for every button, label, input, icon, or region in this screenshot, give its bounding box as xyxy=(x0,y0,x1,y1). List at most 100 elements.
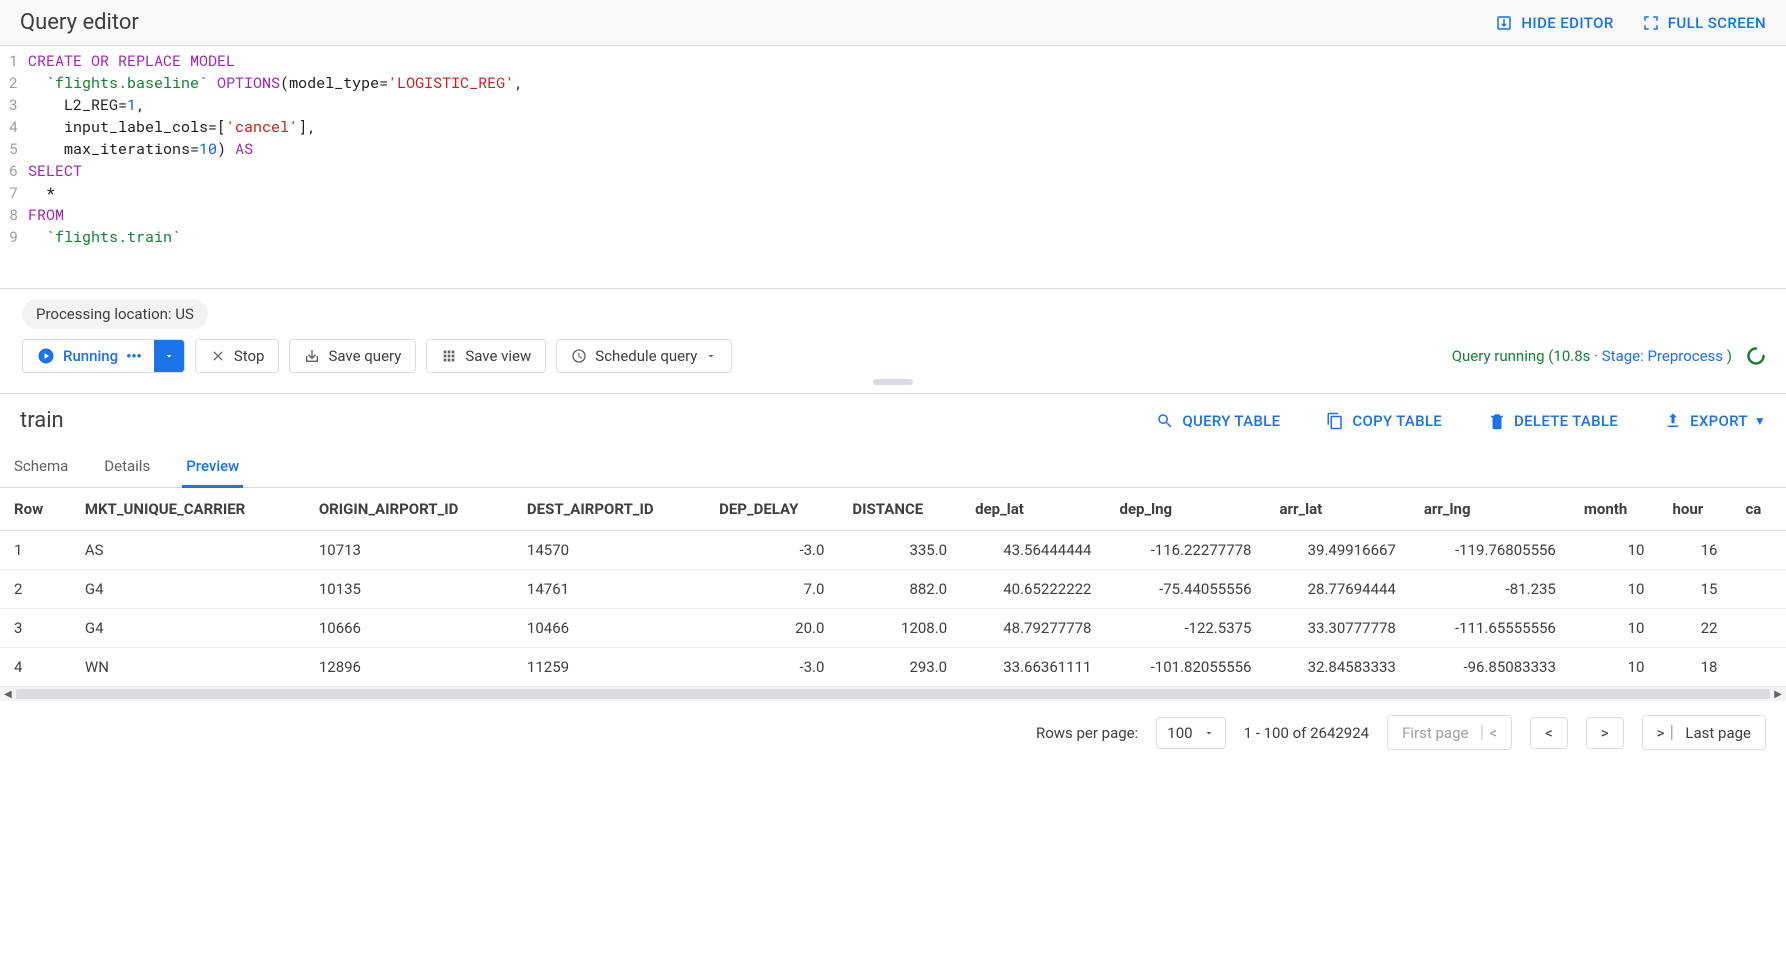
cell: 10713 xyxy=(305,531,513,570)
next-page-button[interactable]: > xyxy=(1586,717,1624,749)
search-icon xyxy=(1156,412,1174,430)
token: FROM xyxy=(28,205,64,225)
table-row[interactable]: 3G4106661046620.01208.048.79277778-122.5… xyxy=(0,609,1786,648)
prev-page-button[interactable]: < xyxy=(1530,717,1568,749)
cell: 10 xyxy=(1570,570,1659,609)
running-dots: • • • xyxy=(126,347,140,365)
tab-details[interactable]: Details xyxy=(100,447,154,487)
run-button-group: Running • • • xyxy=(22,339,185,373)
code-content[interactable]: CREATE OR REPLACE MODEL `flights.baselin… xyxy=(28,50,1786,248)
table-header-row: Row MKT_UNIQUE_CARRIER ORIGIN_AIRPORT_ID… xyxy=(0,488,1786,531)
rows-per-page-label: Rows per page: xyxy=(1036,724,1138,742)
grid-icon xyxy=(441,348,457,364)
cell: G4 xyxy=(71,609,305,648)
cell: 15 xyxy=(1658,570,1731,609)
export-icon xyxy=(1664,412,1682,430)
token: , xyxy=(136,95,145,115)
col-header[interactable]: hour xyxy=(1658,488,1731,531)
col-header[interactable]: dep_lat xyxy=(961,488,1105,531)
copy-table-button[interactable]: COPY TABLE xyxy=(1326,412,1442,430)
token: 10 xyxy=(199,139,217,159)
cell: 20.0 xyxy=(705,609,838,648)
token: CREATE OR REPLACE MODEL xyxy=(28,51,235,71)
query-status: Query running (10.8s · Stage: Preprocess… xyxy=(1452,346,1766,366)
table-row[interactable]: 2G410135147617.0882.040.65222222-75.4405… xyxy=(0,570,1786,609)
line-number: 1 xyxy=(6,50,18,72)
page-range: 1 - 100 of 2642924 xyxy=(1244,724,1370,742)
cell: 33.66361111 xyxy=(961,648,1105,687)
query-table-button[interactable]: QUERY TABLE xyxy=(1156,412,1280,430)
cell: -96.85083333 xyxy=(1410,648,1570,687)
chevron-right-icon: > xyxy=(1601,724,1609,742)
table-actions: QUERY TABLE COPY TABLE DELETE TABLE EXPO… xyxy=(1156,412,1766,430)
caret-down-icon: ▼ xyxy=(1754,414,1766,428)
delete-table-label: DELETE TABLE xyxy=(1514,412,1618,430)
copy-table-label: COPY TABLE xyxy=(1352,412,1442,430)
cell: 14761 xyxy=(513,570,705,609)
col-header[interactable]: DISTANCE xyxy=(838,488,961,531)
run-dropdown-button[interactable] xyxy=(154,340,184,372)
delete-table-button[interactable]: DELETE TABLE xyxy=(1488,412,1618,430)
col-header[interactable]: arr_lat xyxy=(1266,488,1410,531)
col-header[interactable]: DEST_AIRPORT_ID xyxy=(513,488,705,531)
col-header[interactable]: dep_lng xyxy=(1106,488,1266,531)
cell: 1 xyxy=(0,531,71,570)
play-icon xyxy=(37,347,55,365)
rows-per-page-select[interactable]: 100 xyxy=(1156,717,1225,749)
cell: 1208.0 xyxy=(838,609,961,648)
save-query-button[interactable]: Save query xyxy=(289,339,416,373)
hide-editor-button[interactable]: HIDE EDITOR xyxy=(1495,14,1613,32)
full-screen-button[interactable]: FULL SCREEN xyxy=(1642,14,1766,32)
data-table-wrap: Row MKT_UNIQUE_CARRIER ORIGIN_AIRPORT_ID… xyxy=(0,488,1786,687)
cell: -81.235 xyxy=(1410,570,1570,609)
status-prefix: Query running (10.8s · xyxy=(1452,347,1602,365)
token: AS xyxy=(235,139,253,159)
drag-handle[interactable] xyxy=(873,379,913,385)
token: 'cancel' xyxy=(226,117,298,137)
cell: -111.65555556 xyxy=(1410,609,1570,648)
scrollbar-track[interactable] xyxy=(16,689,1771,699)
export-label: EXPORT xyxy=(1690,412,1748,430)
schedule-query-button[interactable]: Schedule query xyxy=(556,339,732,373)
stop-label: Stop xyxy=(234,347,265,365)
col-header[interactable]: arr_lng xyxy=(1410,488,1570,531)
cell xyxy=(1731,609,1786,648)
line-number: 3 xyxy=(6,94,18,116)
line-gutter: 1 2 3 4 5 6 7 8 9 xyxy=(0,50,28,248)
save-view-button[interactable]: Save view xyxy=(426,339,546,373)
token: 'LOGISTIC_REG' xyxy=(388,73,514,93)
last-page-icon: >｜ xyxy=(1657,722,1680,743)
cell: -116.22277778 xyxy=(1106,531,1266,570)
running-button[interactable]: Running • • • xyxy=(23,340,154,372)
cell: 22 xyxy=(1658,609,1731,648)
last-page-button[interactable]: >｜ Last page xyxy=(1642,715,1766,750)
line-number: 6 xyxy=(6,160,18,182)
cell: -3.0 xyxy=(705,531,838,570)
token xyxy=(28,227,46,247)
col-header[interactable]: month xyxy=(1570,488,1659,531)
tab-preview[interactable]: Preview xyxy=(182,447,243,487)
page-size-value: 100 xyxy=(1167,724,1192,742)
cell: 10 xyxy=(1570,648,1659,687)
cell: 11259 xyxy=(513,648,705,687)
table-row[interactable]: 1AS1071314570-3.0335.043.56444444-116.22… xyxy=(0,531,1786,570)
col-header[interactable]: DEP_DELAY xyxy=(705,488,838,531)
token: * xyxy=(28,183,55,203)
horizontal-scrollbar[interactable] xyxy=(0,687,1786,701)
col-header[interactable]: ca xyxy=(1731,488,1786,531)
stop-button[interactable]: Stop xyxy=(195,339,280,373)
line-number: 9 xyxy=(6,226,18,248)
cell: 32.84583333 xyxy=(1266,648,1410,687)
token: `flights.train` xyxy=(46,227,181,247)
code-editor[interactable]: 1 2 3 4 5 6 7 8 9 CREATE OR REPLACE MODE… xyxy=(0,46,1786,289)
table-row[interactable]: 4WN1289611259-3.0293.033.66361111-101.82… xyxy=(0,648,1786,687)
col-header[interactable]: MKT_UNIQUE_CARRIER xyxy=(71,488,305,531)
processing-location-chip: Processing location: US xyxy=(22,299,208,329)
cell: 43.56444444 xyxy=(961,531,1105,570)
export-button[interactable]: EXPORT ▼ xyxy=(1664,412,1766,430)
col-header[interactable]: Row xyxy=(0,488,71,531)
cell: 3 xyxy=(0,609,71,648)
col-header[interactable]: ORIGIN_AIRPORT_ID xyxy=(305,488,513,531)
tab-schema[interactable]: Schema xyxy=(10,447,72,487)
first-page-button[interactable]: First page ｜< xyxy=(1387,715,1512,750)
